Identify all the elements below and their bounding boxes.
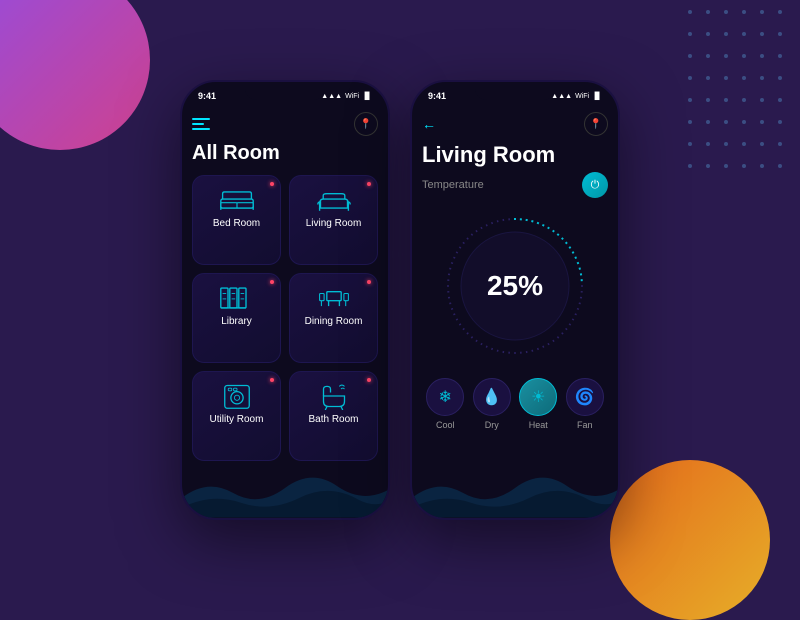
dry-label: Dry (485, 420, 499, 430)
bathroom-icon (316, 382, 352, 410)
control-heat[interactable]: ☀ Heat (519, 378, 557, 430)
bg-decoration-orange (610, 460, 770, 620)
phone1-status-icons: ▲▲▲ WiFi ▐▌ (321, 93, 372, 100)
bedroom-icon (219, 186, 255, 214)
temperature-gauge: (function(){ const g = document.getEleme… (435, 206, 595, 366)
livingroom-icon (316, 186, 352, 214)
livingroom-label: Living Room (306, 218, 362, 229)
phone1-content: 📍 All Room Bed Room (182, 104, 388, 518)
phones-container: 9:41 ▲▲▲ WiFi ▐▌ 📍 All Room (180, 80, 620, 520)
location-icon[interactable]: 📍 (354, 112, 378, 136)
back-button[interactable]: ← (422, 116, 436, 132)
menu-icon[interactable] (192, 118, 210, 130)
phone-living-room: 9:41 ▲▲▲ WiFi ▐▌ ← 📍 Living Room Tempera… (410, 80, 620, 520)
page-title: All Room (192, 142, 378, 165)
heat-icon: ☀ (519, 378, 557, 416)
phone2-time: 9:41 (428, 91, 446, 101)
library-label: Library (221, 316, 252, 327)
room-grid: Bed Room Living Room (192, 175, 378, 461)
living-room-title: Living Room (422, 142, 608, 168)
phone1-time: 9:41 (198, 91, 216, 101)
room-card-bathroom[interactable]: Bath Room (289, 371, 378, 461)
room-card-utility[interactable]: Utility Room (192, 371, 281, 461)
phone2-header: ← 📍 (422, 108, 608, 142)
fan-icon: 🌀 (566, 378, 604, 416)
temperature-percent: 25% (487, 270, 543, 302)
room-card-livingroom[interactable]: Living Room (289, 175, 378, 265)
library-icon (219, 284, 255, 312)
bg-decoration-purple (0, 0, 150, 150)
location-icon-2[interactable]: 📍 (584, 112, 608, 136)
utility-icon (219, 382, 255, 410)
bg-dots-pattern: (function(){ const d = document.querySel… (680, 0, 800, 200)
phone1-notch (245, 82, 325, 100)
phone2-wave (412, 458, 618, 518)
dining-label: Dining Room (305, 316, 363, 327)
dining-icon (316, 284, 352, 312)
controls-row: ❄ Cool 💧 Dry ☀ Heat 🌀 Fan (422, 378, 608, 430)
fan-label: Fan (577, 420, 593, 430)
bathroom-label: Bath Room (308, 414, 358, 425)
control-fan[interactable]: 🌀 Fan (566, 378, 604, 430)
control-cool[interactable]: ❄ Cool (426, 378, 464, 430)
temperature-row: Temperature ⏻ (422, 172, 608, 198)
power-button[interactable]: ⏻ (582, 172, 608, 198)
bedroom-label: Bed Room (213, 218, 260, 229)
dry-icon: 💧 (473, 378, 511, 416)
control-dry[interactable]: 💧 Dry (473, 378, 511, 430)
room-card-library[interactable]: Library (192, 273, 281, 363)
phone1-header: 📍 (192, 108, 378, 142)
phone-all-room: 9:41 ▲▲▲ WiFi ▐▌ 📍 All Room (180, 80, 390, 520)
phone1-wave (182, 458, 388, 518)
utility-label: Utility Room (210, 414, 264, 425)
cool-icon: ❄ (426, 378, 464, 416)
room-card-dining[interactable]: Dining Room (289, 273, 378, 363)
heat-label: Heat (529, 420, 548, 430)
phone2-notch (475, 82, 555, 100)
room-card-bedroom[interactable]: Bed Room (192, 175, 281, 265)
temperature-label: Temperature (422, 179, 484, 191)
cool-label: Cool (436, 420, 455, 430)
phone2-status-icons: ▲▲▲ WiFi ▐▌ (551, 93, 602, 100)
phone2-content: ← 📍 Living Room Temperature ⏻ (function(… (412, 104, 618, 518)
